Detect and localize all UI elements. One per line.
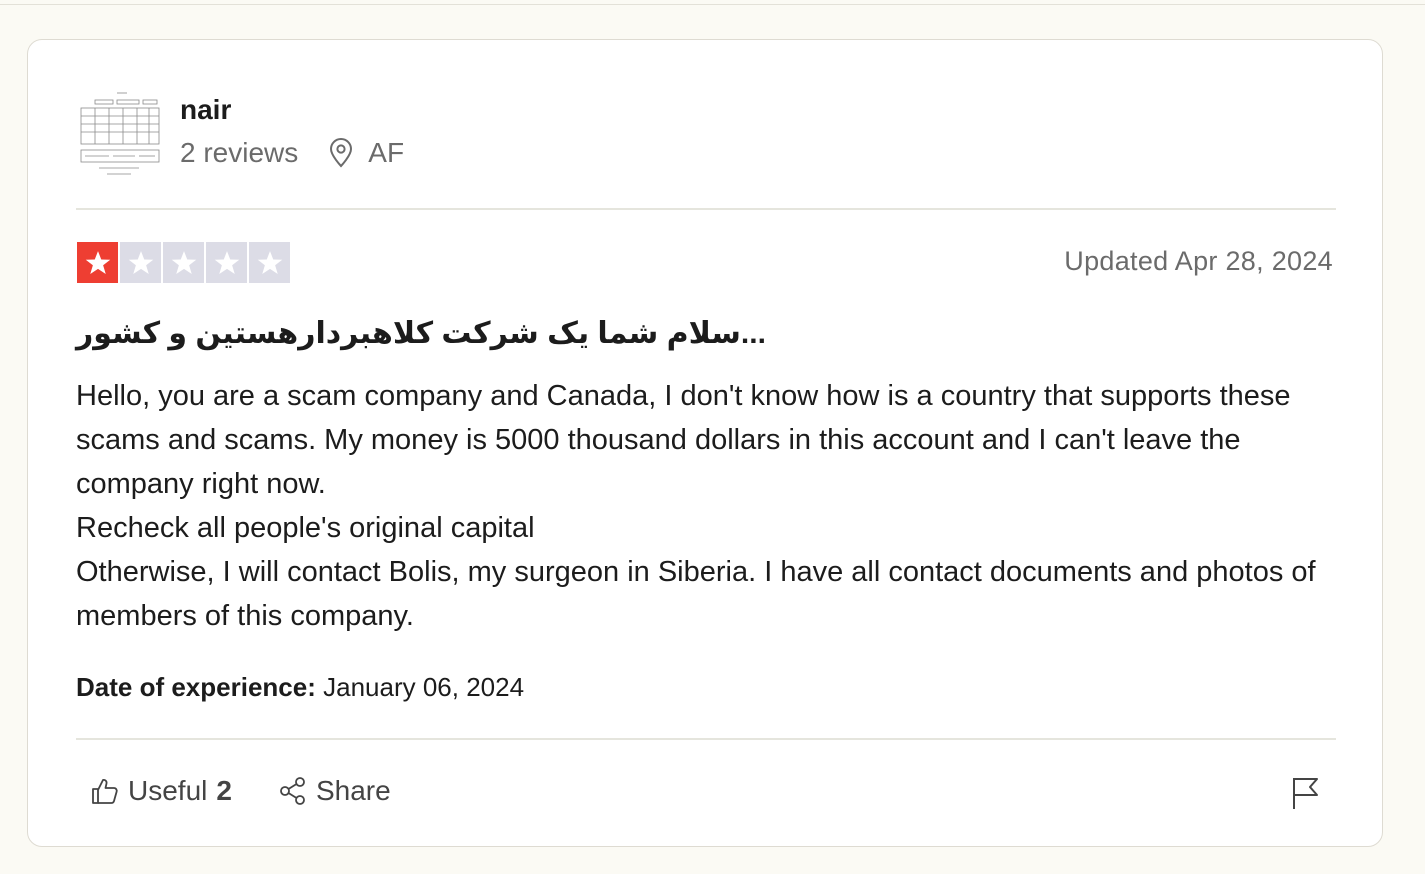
reviews-count: 2 reviews [180, 137, 299, 168]
star-icon [206, 242, 247, 283]
useful-button[interactable]: Useful 2 [90, 775, 232, 807]
share-label: Share [315, 775, 391, 806]
review-paragraph: Otherwise, I will contact Bolis, my surg… [76, 556, 1316, 632]
avatar-thumbnail-icon [79, 90, 163, 176]
review-paragraph: Recheck all people's original capital [76, 512, 535, 544]
share-icon [280, 777, 305, 805]
review-title[interactable]: سلام شما یک شرکت کلاهبردارهستین و کشور..… [76, 316, 766, 351]
star-icon [163, 242, 204, 283]
review-paragraph: Hello, you are a scam company and Canada… [76, 380, 1291, 500]
review-body: Hello, you are a scam company and Canada… [76, 374, 1346, 638]
share-button[interactable]: Share [278, 775, 391, 807]
author-meta: 2 reviews AF [180, 137, 404, 169]
header-divider [76, 208, 1336, 210]
experience-label: Date of experience: [76, 672, 316, 702]
top-divider [0, 4, 1425, 5]
author-name[interactable]: nair [180, 94, 231, 126]
thumbs-up-icon [92, 779, 118, 804]
location-pin-icon [330, 138, 353, 168]
review-actions: Useful 2 Share [90, 775, 437, 807]
star-icon [249, 242, 290, 283]
avatar[interactable] [79, 90, 163, 176]
author-country: AF [368, 137, 405, 168]
author-location: AF [328, 137, 404, 169]
footer-divider [76, 738, 1336, 740]
useful-count: 2 [216, 775, 232, 806]
date-of-experience: Date of experience: January 06, 2024 [76, 672, 524, 703]
review-card: nair 2 reviews AF Updated Apr 28, 2024 س… [27, 39, 1383, 847]
experience-date: January 06, 2024 [323, 672, 525, 702]
star-rating [77, 242, 292, 283]
flag-icon[interactable] [1291, 776, 1321, 810]
star-icon [77, 242, 118, 283]
star-icon [120, 242, 161, 283]
useful-label: Useful [128, 775, 208, 806]
updated-date: Updated Apr 28, 2024 [1064, 246, 1333, 276]
